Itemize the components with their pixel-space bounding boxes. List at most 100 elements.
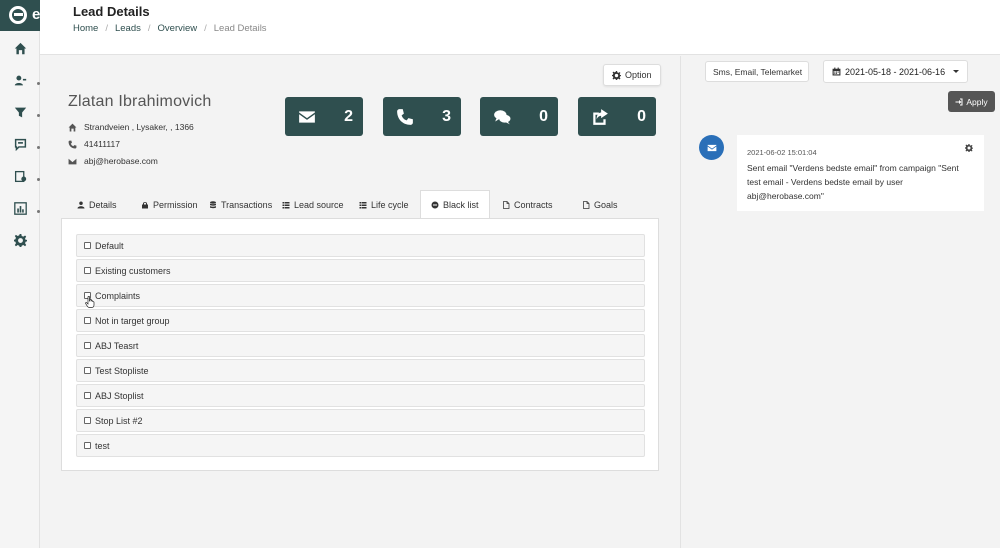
phone-icon [68,140,77,148]
blacklist-item-not-in-target-group[interactable]: Not in target group [76,309,645,332]
tab-transactions[interactable]: Transactions [209,190,272,219]
stat-messages-count: 0 [539,107,548,125]
tab-contracts-label: Contracts [514,199,553,210]
lead-phone: 41411117 [84,139,120,149]
sidebar-users-icon[interactable] [12,72,28,88]
phone-icon [397,108,413,125]
blacklist-checkbox[interactable] [84,267,91,274]
lead-tabs: Details Permission Transactions Lead sou… [61,190,659,219]
file-icon [583,200,590,209]
blacklist-item-default[interactable]: Default [76,234,645,257]
logo-letter: e [32,6,40,23]
sidebar-reports-icon[interactable] [12,200,28,216]
timeline-entry-time: 2021-06-02 15:01:04 [747,148,817,157]
sidebar-campaign-icon[interactable] [12,168,28,184]
stat-emails-count: 2 [344,107,353,125]
blacklist-item-test[interactable]: test [76,434,645,457]
list-icon [282,201,290,208]
blacklist-panel: Default Existing customers Complaints No… [61,218,659,471]
breadcrumb-overview[interactable]: Overview [158,23,198,34]
database-icon [210,200,216,208]
sidebar-feedback-icon[interactable] [12,136,28,152]
blacklist-item-label: Default [95,240,124,251]
tab-lead-source-label: Lead source [294,199,344,210]
blacklist-checkbox[interactable] [84,342,91,349]
date-range-value: 2021-05-18 - 2021-06-16 [845,66,946,77]
envelope-icon [68,158,77,164]
blacklist-item-label: Not in target group [95,315,170,326]
lead-phone-row: 41411117 [68,139,120,149]
tab-permission[interactable]: Permission [141,190,198,219]
blacklist-checkbox[interactable] [84,417,91,424]
breadcrumb-leads[interactable]: Leads [115,23,141,34]
blacklist-item-label: Existing customers [95,265,171,276]
blacklist-checkbox[interactable] [84,392,91,399]
sidebar-gear-icon[interactable] [12,232,28,248]
lead-address: Strandveien , Lysaker, , 1366 [84,122,194,132]
caret-down-icon [953,70,960,73]
blacklist-checkbox[interactable] [84,442,91,449]
breadcrumb-separator: / [105,23,108,34]
blacklist-item-label: Test Stopliste [95,365,149,376]
page-title: Lead Details [73,4,150,19]
tab-lead-source[interactable]: Lead source [282,190,344,219]
calendar-icon [832,67,841,76]
tab-permission-label: Permission [153,199,198,210]
tab-transactions-label: Transactions [221,199,273,210]
stat-calls-count: 3 [442,107,451,125]
blacklist-item-stop-list-2[interactable]: Stop List #2 [76,409,645,432]
blacklist-item-test-stopliste[interactable]: Test Stopliste [76,359,645,382]
tab-life-cycle-label: Life cycle [371,199,409,210]
entry-gear-icon[interactable] [965,143,973,152]
blacklist-item-label: Complaints [95,290,141,301]
activity-panel: Sms, Email, Telemarket 2021-05-18 - 2021… [680,56,1000,548]
stat-shares[interactable]: 0 [578,97,656,136]
tab-black-list-label: Black list [443,200,479,210]
sidebar-filter-icon[interactable] [12,104,28,120]
activity-type-select[interactable]: Sms, Email, Telemarket [705,61,809,82]
tab-goals-label: Goals [594,199,618,210]
hand-cursor-icon [85,296,95,308]
lock-icon [142,201,148,208]
blacklist-checkbox[interactable] [84,242,91,249]
home-icon [68,123,77,131]
blacklist-item-abj-teasrt[interactable]: ABJ Teasrt [76,334,645,357]
stat-calls[interactable]: 3 [383,97,461,136]
blacklist-item-label: ABJ Teasrt [95,340,139,351]
tab-details-label: Details [89,199,117,210]
tab-life-cycle[interactable]: Life cycle [359,190,409,219]
envelope-icon [707,144,716,151]
timeline-email-icon [699,135,724,160]
logo-mark-icon [9,6,27,24]
apply-button[interactable]: Apply [948,91,995,112]
blacklist-item-complaints[interactable]: Complaints [76,284,645,307]
sidebar-home-icon[interactable] [12,40,28,56]
blacklist-checkbox[interactable] [84,317,91,324]
breadcrumb-home[interactable]: Home [73,23,98,34]
gear-icon [612,70,621,80]
blacklist-item-abj-stoplist[interactable]: ABJ Stoplist [76,384,645,407]
breadcrumb-separator: / [147,23,151,34]
app-logo[interactable]: e [0,0,40,31]
file-icon [503,200,510,209]
share-icon [593,108,608,125]
lead-email-row: abj@herobase.com [68,156,158,166]
stat-messages[interactable]: 0 [480,97,558,136]
tab-goals[interactable]: Goals [582,190,618,219]
tab-contracts[interactable]: Contracts [502,190,553,219]
tab-details[interactable]: Details [77,190,117,219]
sign-in-icon [955,98,963,105]
blacklist-item-existing-customers[interactable]: Existing customers [76,259,645,282]
stat-emails[interactable]: 2 [285,97,363,136]
date-range-picker[interactable]: 2021-05-18 - 2021-06-16 [823,60,969,83]
tab-black-list[interactable]: Black list [420,190,490,219]
blacklist-checkbox[interactable] [84,367,91,374]
stat-shares-count: 0 [637,107,646,125]
timeline-entry-text: Sent email "Verdens bedste email" from c… [747,163,959,201]
sidebar: e [0,0,40,548]
lead-name: Zlatan Ibrahimovich [68,93,212,110]
option-button[interactable]: Option [603,64,661,86]
envelope-icon [299,110,315,123]
comments-icon [494,109,511,124]
option-button-label: Option [625,70,652,80]
